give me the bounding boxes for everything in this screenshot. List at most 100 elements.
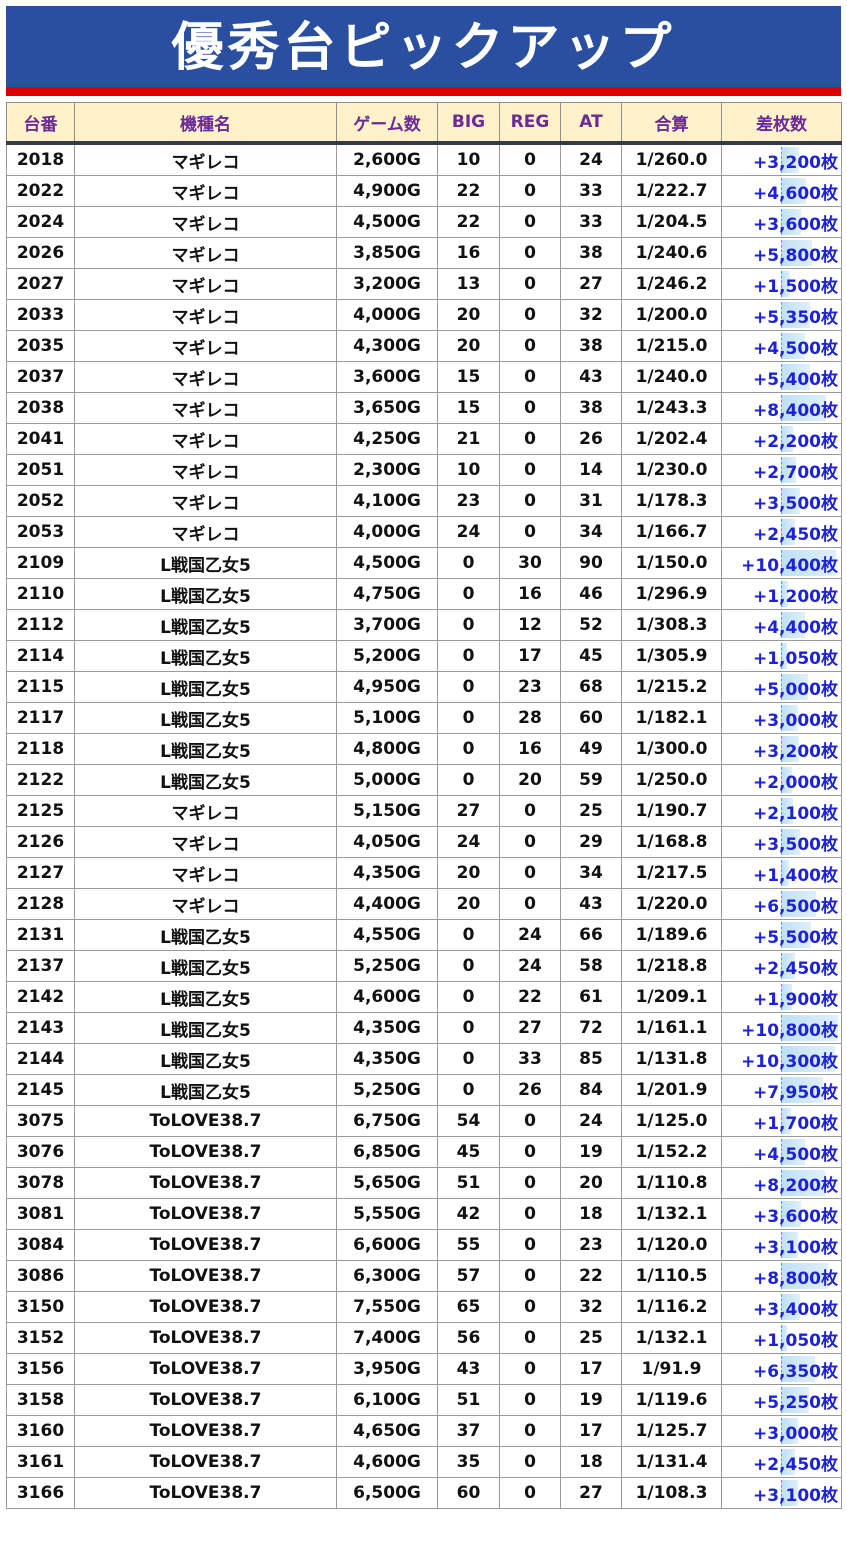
at-count-cell: 25: [560, 1322, 622, 1354]
machine-name-cell: ToLOVE38.7: [74, 1291, 337, 1323]
at-count-cell: 32: [560, 1291, 622, 1323]
combined-rate-cell: 1/161.1: [621, 1012, 722, 1044]
difference-value: +5,500枚: [752, 927, 838, 948]
game-count-cell: 5,200G: [336, 640, 438, 672]
machine-name-cell: L戦国乙女5: [74, 702, 337, 734]
game-count-cell: 4,300G: [336, 330, 438, 362]
machine-name-cell: L戦国乙女5: [74, 919, 337, 951]
reg-count-cell: 0: [499, 1322, 561, 1354]
table-row: 2112 L戦国乙女5 3,700G 0 12 52 1/308.3 +4,400枚: [6, 609, 842, 641]
at-count-cell: 38: [560, 330, 622, 362]
game-count-cell: 6,300G: [336, 1260, 438, 1292]
table-row: 2137 L戦国乙女5 5,250G 0 24 58 1/218.8 +2,450枚: [6, 950, 842, 982]
difference-cell: +1,400枚: [721, 857, 842, 889]
table-row: 3076 ToLOVE38.7 6,850G 45 0 19 1/152.2 +4,500枚: [6, 1136, 842, 1168]
machine-name-cell: L戦国乙女5: [74, 1074, 337, 1106]
table-row: 2145 L戦国乙女5 5,250G 0 26 84 1/201.9 +7,950枚: [6, 1074, 842, 1106]
header-machine-number: 台番: [6, 102, 75, 145]
reg-count-cell: 0: [499, 330, 561, 362]
game-count-cell: 3,650G: [336, 392, 438, 424]
machine-number-cell: 3158: [6, 1384, 75, 1416]
difference-cell: +1,900枚: [721, 981, 842, 1013]
machine-number-cell: 3152: [6, 1322, 75, 1354]
machine-number-cell: 2128: [6, 888, 75, 920]
machine-number-cell: 3150: [6, 1291, 75, 1323]
table-row: 3166 ToLOVE38.7 6,500G 60 0 27 1/108.3 +3,100枚: [6, 1477, 842, 1509]
big-count-cell: 0: [437, 1043, 500, 1075]
machine-name-cell: ToLOVE38.7: [74, 1353, 337, 1385]
machine-number-cell: 2026: [6, 237, 75, 269]
table-row: 3156 ToLOVE38.7 3,950G 43 0 17 1/91.9 +6,350枚: [6, 1353, 842, 1385]
combined-rate-cell: 1/119.6: [621, 1384, 722, 1416]
difference-cell: +5,350枚: [721, 299, 842, 331]
big-count-cell: 10: [437, 142, 500, 176]
combined-rate-cell: 1/125.7: [621, 1415, 722, 1447]
at-count-cell: 24: [560, 142, 622, 176]
big-count-cell: 15: [437, 361, 500, 393]
big-count-cell: 54: [437, 1105, 500, 1137]
machine-number-cell: 2110: [6, 578, 75, 610]
difference-value: +10,400枚: [741, 555, 838, 576]
machine-number-cell: 2137: [6, 950, 75, 982]
machine-number-cell: 2038: [6, 392, 75, 424]
big-count-cell: 0: [437, 671, 500, 703]
big-count-cell: 65: [437, 1291, 500, 1323]
game-count-cell: 5,550G: [336, 1198, 438, 1230]
game-count-cell: 4,100G: [336, 485, 438, 517]
machine-name-cell: L戦国乙女5: [74, 671, 337, 703]
machine-name-cell: マギレコ: [74, 330, 337, 362]
machine-name-cell: マギレコ: [74, 299, 337, 331]
machine-name-cell: ToLOVE38.7: [74, 1105, 337, 1137]
combined-rate-cell: 1/240.6: [621, 237, 722, 269]
game-count-cell: 3,700G: [336, 609, 438, 641]
difference-value: +4,500枚: [752, 338, 838, 359]
big-count-cell: 20: [437, 330, 500, 362]
difference-value: +3,600枚: [752, 1206, 838, 1227]
at-count-cell: 25: [560, 795, 622, 827]
machine-name-cell: L戦国乙女5: [74, 1043, 337, 1075]
reg-count-cell: 0: [499, 237, 561, 269]
big-count-cell: 23: [437, 485, 500, 517]
machine-name-cell: L戦国乙女5: [74, 640, 337, 672]
machine-name-cell: L戦国乙女5: [74, 981, 337, 1013]
combined-rate-cell: 1/91.9: [621, 1353, 722, 1385]
combined-rate-cell: 1/296.9: [621, 578, 722, 610]
header-at: AT: [560, 102, 622, 145]
machine-name-cell: L戦国乙女5: [74, 950, 337, 982]
table-row: 3160 ToLOVE38.7 4,650G 37 0 17 1/125.7 +3,000枚: [6, 1415, 842, 1447]
difference-value: +3,000枚: [752, 1423, 838, 1444]
difference-cell: +3,500枚: [721, 826, 842, 858]
reg-count-cell: 23: [499, 671, 561, 703]
at-count-cell: 49: [560, 733, 622, 765]
game-count-cell: 4,650G: [336, 1415, 438, 1447]
at-count-cell: 46: [560, 578, 622, 610]
machine-number-cell: 2114: [6, 640, 75, 672]
reg-count-cell: 0: [499, 1291, 561, 1323]
reg-count-cell: 0: [499, 206, 561, 238]
difference-value: +6,500枚: [752, 896, 838, 917]
combined-rate-cell: 1/215.0: [621, 330, 722, 362]
difference-cell: +2,200枚: [721, 423, 842, 455]
table-row: 3081 ToLOVE38.7 5,550G 42 0 18 1/132.1 +3,600枚: [6, 1198, 842, 1230]
reg-count-cell: 0: [499, 361, 561, 393]
at-count-cell: 90: [560, 547, 622, 579]
difference-value: +2,700枚: [752, 462, 838, 483]
reg-count-cell: 20: [499, 764, 561, 796]
at-count-cell: 58: [560, 950, 622, 982]
at-count-cell: 20: [560, 1167, 622, 1199]
machine-name-cell: マギレコ: [74, 795, 337, 827]
difference-cell: +10,800枚: [721, 1012, 842, 1044]
big-count-cell: 15: [437, 392, 500, 424]
big-count-cell: 37: [437, 1415, 500, 1447]
big-count-cell: 51: [437, 1384, 500, 1416]
reg-count-cell: 0: [499, 1446, 561, 1478]
difference-cell: +2,450枚: [721, 516, 842, 548]
machine-name-cell: マギレコ: [74, 237, 337, 269]
combined-rate-cell: 1/120.0: [621, 1229, 722, 1261]
game-count-cell: 4,750G: [336, 578, 438, 610]
at-count-cell: 18: [560, 1198, 622, 1230]
machine-name-cell: ToLOVE38.7: [74, 1229, 337, 1261]
machine-number-cell: 3156: [6, 1353, 75, 1385]
at-count-cell: 72: [560, 1012, 622, 1044]
machine-number-cell: 2109: [6, 547, 75, 579]
